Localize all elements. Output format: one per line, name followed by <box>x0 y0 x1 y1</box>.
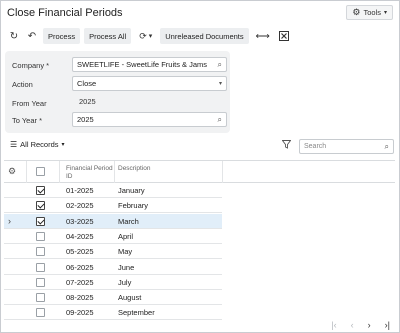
description-cell: March <box>118 216 139 226</box>
row-checkbox[interactable] <box>36 231 45 241</box>
row-checkbox[interactable] <box>36 201 45 211</box>
period-cell: 06-2025 <box>66 262 94 272</box>
filter-form: Company * SWEETLIFE - SweetLife Fruits &… <box>5 51 230 133</box>
grid-header: ⚙ Financial Period ID Description <box>4 161 395 183</box>
description-cell: April <box>118 231 134 241</box>
action-select[interactable]: Close ▾ <box>72 76 227 91</box>
search-input[interactable]: Search ⌕ <box>299 139 394 154</box>
last-page-icon[interactable]: ›| <box>385 320 390 330</box>
column-header-description[interactable]: Description <box>118 165 151 173</box>
search-icon[interactable]: ⌕ <box>218 60 222 70</box>
period-cell: 03-2025 <box>66 216 94 226</box>
row-checkbox[interactable] <box>36 216 45 226</box>
undo-icon[interactable]: ↶ <box>25 28 39 44</box>
row-checkbox[interactable] <box>36 247 45 257</box>
fit-columns-icon[interactable]: ⟷ <box>253 28 273 44</box>
period-cell: 05-2025 <box>66 247 94 257</box>
process-all-button[interactable]: Process All <box>84 28 132 44</box>
description-cell: February <box>118 201 149 211</box>
action-label: Action <box>12 79 33 89</box>
chevron-down-icon: ▾ <box>148 33 153 40</box>
all-records-dropdown[interactable]: ☰ All Records ▾ <box>10 140 65 149</box>
description-cell: September <box>118 308 155 318</box>
search-icon[interactable]: ⌕ <box>218 115 222 125</box>
table-row[interactable]: 01-2025 January <box>4 183 222 198</box>
all-records-label: All Records <box>20 140 59 149</box>
schedule-icon: ⟳ <box>139 30 147 41</box>
column-header-period[interactable]: Financial Period ID <box>66 165 116 181</box>
column-settings-icon[interactable]: ⚙ <box>8 166 16 177</box>
chevron-down-icon: ▾ <box>218 81 222 87</box>
search-placeholder: Search <box>304 143 327 150</box>
tools-label: Tools <box>363 8 381 17</box>
filter-icon[interactable] <box>281 140 292 151</box>
table-row[interactable]: 06-2025 June <box>4 260 222 275</box>
chevron-down-icon: ▾ <box>61 142 65 148</box>
toolbar: ↻ ↶ Process Process All ⟳ ▾ Unreleased D… <box>7 28 291 44</box>
row-checkbox[interactable] <box>36 293 45 303</box>
column-divider <box>59 161 60 183</box>
period-cell: 01-2025 <box>66 186 94 195</box>
description-cell: August <box>118 293 142 303</box>
chevron-down-icon: ▾ <box>383 10 387 16</box>
refresh-icon[interactable]: ↻ <box>7 28 21 44</box>
table-row[interactable]: 05-2025 May <box>4 244 222 260</box>
row-checkbox[interactable] <box>36 308 45 318</box>
company-field[interactable]: SWEETLIFE - SweetLife Fruits & Jams ⌕ <box>72 57 227 72</box>
row-indicator-icon: › <box>8 215 11 226</box>
column-divider <box>26 161 27 183</box>
pager: |‹ ‹ › ›| <box>331 320 390 330</box>
row-checkbox[interactable] <box>36 186 45 195</box>
table-row[interactable]: 04-2025 April <box>4 229 222 244</box>
company-label: Company * <box>12 60 50 70</box>
period-cell: 02-2025 <box>66 201 94 211</box>
gear-icon: ⚙ <box>352 7 361 17</box>
page-title: Close Financial Periods <box>7 7 123 19</box>
from-year-value: 2025 <box>79 97 96 106</box>
first-page-icon[interactable]: |‹ <box>331 320 336 330</box>
from-year-label: From Year <box>12 98 47 108</box>
select-all-checkbox[interactable] <box>36 167 45 176</box>
column-divider <box>114 161 115 183</box>
row-checkbox[interactable] <box>36 277 45 287</box>
excel-export-icon[interactable] <box>277 28 291 44</box>
table-row[interactable]: 09-2025 September <box>4 305 222 321</box>
description-cell: May <box>118 247 133 257</box>
process-button[interactable]: Process <box>43 28 81 44</box>
search-icon[interactable]: ⌕ <box>385 142 389 152</box>
filter-list-icon: ☰ <box>10 140 18 149</box>
unreleased-documents-button[interactable]: Unreleased Documents <box>160 28 249 44</box>
period-cell: 07-2025 <box>66 277 94 287</box>
table-row[interactable]: › 03-2025 March <box>4 213 222 229</box>
next-page-icon[interactable]: › <box>368 320 371 330</box>
row-checkbox[interactable] <box>36 262 45 272</box>
previous-page-icon[interactable]: ‹ <box>351 320 354 330</box>
table-row[interactable]: 08-2025 August <box>4 290 222 306</box>
to-year-value: 2025 <box>77 115 94 124</box>
period-cell: 08-2025 <box>66 293 94 303</box>
company-value: SWEETLIFE - SweetLife Fruits & Jams <box>77 60 208 69</box>
column-divider <box>222 161 223 183</box>
table-row[interactable]: 07-2025 July <box>4 275 222 290</box>
description-cell: June <box>118 262 135 272</box>
description-cell: January <box>118 186 145 195</box>
period-cell: 04-2025 <box>66 231 94 241</box>
tools-menu-button[interactable]: ⚙ Tools ▾ <box>346 5 393 20</box>
schedule-dropdown[interactable]: ⟳ ▾ <box>135 28 156 44</box>
to-year-field[interactable]: 2025 ⌕ <box>72 112 227 127</box>
description-cell: July <box>118 277 132 287</box>
table-row[interactable]: 02-2025 February <box>4 198 222 214</box>
to-year-label: To Year * <box>12 115 43 125</box>
action-value: Close <box>77 79 97 88</box>
grid-filter-bar: ☰ All Records ▾ Search ⌕ <box>4 139 395 154</box>
period-cell: 09-2025 <box>66 308 94 318</box>
periods-grid: ⚙ Financial Period ID Description 01-202… <box>4 160 395 321</box>
